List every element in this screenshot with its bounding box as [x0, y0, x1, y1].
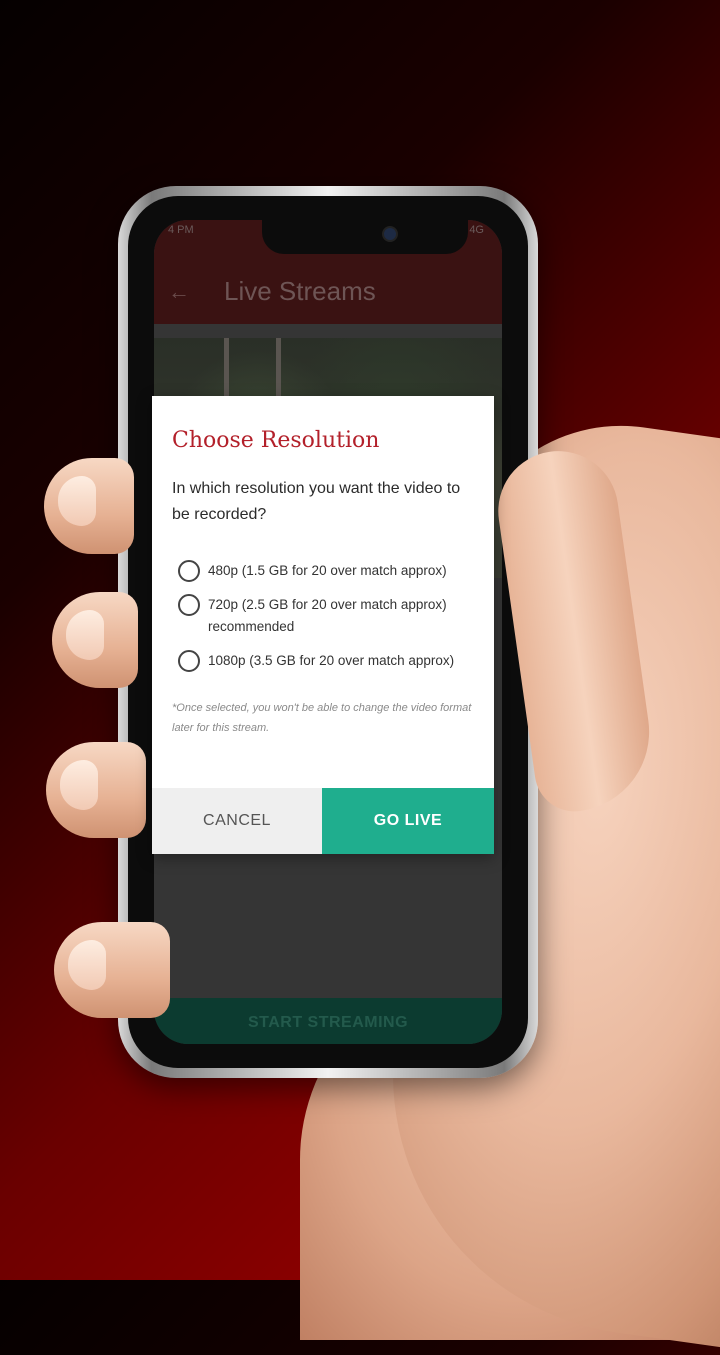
format-note: *Once selected, you won't be able to cha… [172, 702, 472, 734]
finger-nail [60, 760, 98, 810]
front-camera-icon [382, 226, 398, 242]
status-signal: 4G [469, 224, 484, 236]
hand-finger [52, 592, 138, 688]
choose-resolution-dialog: Choose Resolution In which resolution yo… [152, 396, 494, 854]
option-label: 720p (2.5 GB for 20 over match approx) r… [208, 597, 447, 634]
hand-finger [46, 742, 146, 838]
option-label: 480p (1.5 GB for 20 over match approx) [208, 563, 447, 578]
arrow-left-icon[interactable]: ← [168, 281, 192, 303]
page-title: Live Streams [224, 276, 376, 306]
status-time: 4 PM [168, 224, 194, 236]
finger-nail [58, 476, 96, 526]
finger-nail [68, 940, 106, 990]
dialog-title: Choose Resolution [172, 428, 380, 453]
resolution-option-1080p[interactable]: 1080p (3.5 GB for 20 over match approx) [178, 650, 468, 672]
radio-button[interactable] [178, 594, 200, 616]
radio-button[interactable] [178, 560, 200, 582]
start-streaming-button[interactable]: START STREAMING [154, 998, 502, 1044]
resolution-option-480p[interactable]: 480p (1.5 GB for 20 over match approx) [178, 560, 468, 582]
cancel-button[interactable]: CANCEL [152, 788, 322, 854]
option-label: 1080p (3.5 GB for 20 over match approx) [208, 653, 455, 668]
finger-nail [66, 610, 104, 660]
radio-button[interactable] [178, 650, 200, 672]
start-streaming-label: START STREAMING [247, 1014, 409, 1031]
go-live-button[interactable]: GO LIVE [322, 788, 494, 854]
dialog-question: In which resolution you want the video t… [172, 480, 461, 523]
resolution-option-720p[interactable]: 720p (2.5 GB for 20 over match approx) r… [178, 594, 468, 638]
hand-finger [54, 922, 170, 1018]
hand-finger [44, 458, 134, 554]
phone-notch [262, 220, 468, 254]
